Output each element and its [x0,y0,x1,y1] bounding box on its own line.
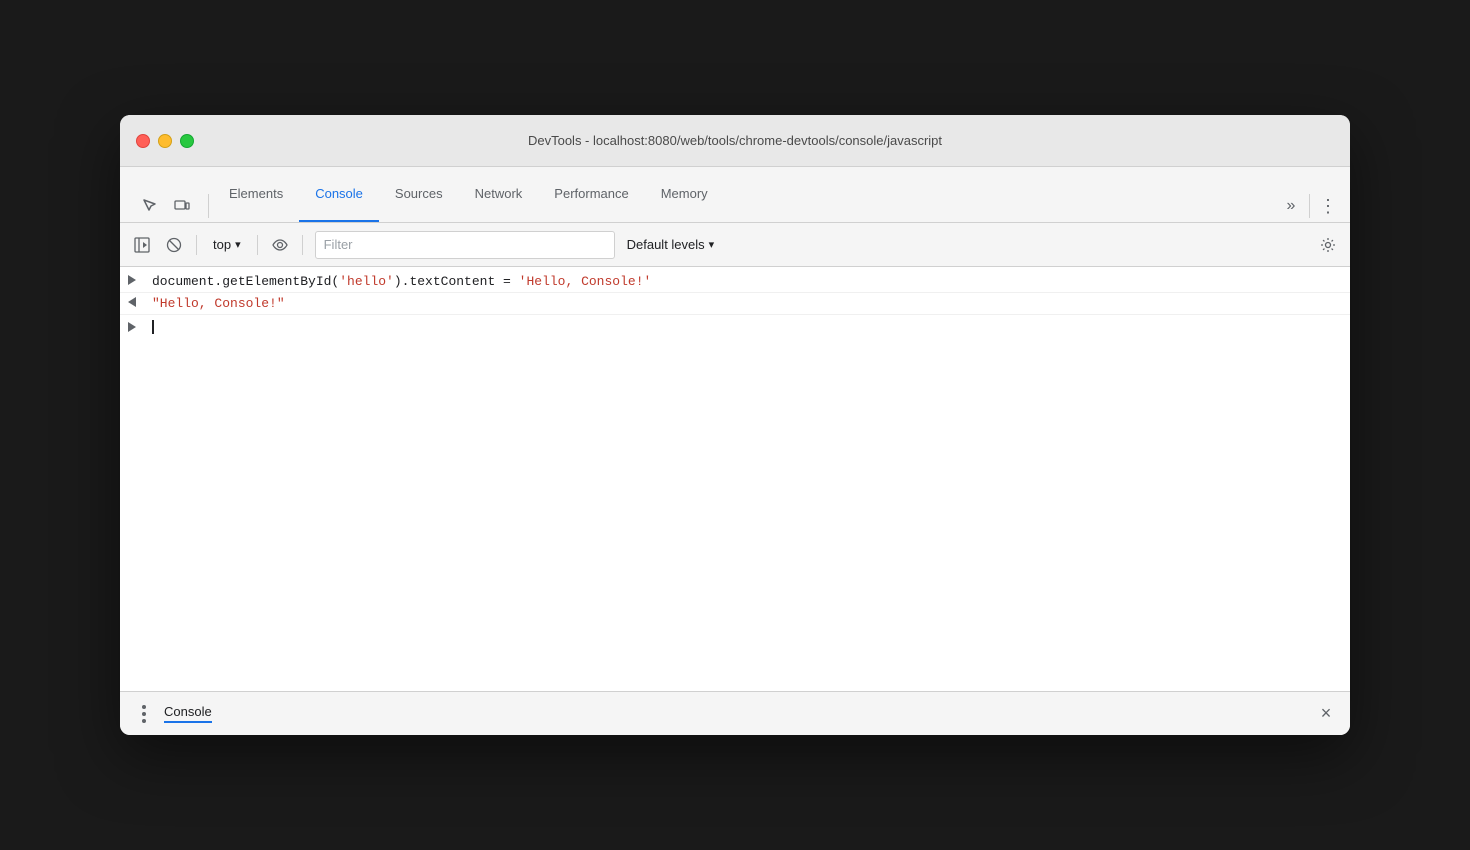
console-output[interactable]: document.getElementById('hello').textCon… [120,267,1350,691]
tabs-icons [128,192,204,220]
console-command: document.getElementById('hello').textCon… [148,274,1342,289]
device-toolbar-icon[interactable] [168,192,196,220]
tab-elements[interactable]: Elements [213,167,299,222]
drawer-menu-button[interactable] [132,702,156,726]
console-settings-button[interactable] [1314,231,1342,259]
tab-memory[interactable]: Memory [645,167,724,222]
tab-console[interactable]: Console [299,167,379,222]
tab-network[interactable]: Network [459,167,539,222]
filter-input[interactable] [324,237,606,252]
window-title: DevTools - localhost:8080/web/tools/chro… [528,133,942,148]
traffic-lights [136,134,194,148]
bottom-bar: Console × [120,691,1350,735]
devtools-window: DevTools - localhost:8080/web/tools/chro… [120,115,1350,735]
tab-performance[interactable]: Performance [538,167,644,222]
minimize-button[interactable] [158,134,172,148]
eye-icon-button[interactable] [266,231,294,259]
dot-3 [142,719,146,723]
console-line-output: "Hello, Console!" [120,293,1350,315]
console-result: "Hello, Console!" [148,296,1342,311]
dot-1 [142,705,146,709]
context-selector[interactable]: top ▾ [205,233,249,256]
cursor [152,320,154,334]
devtools-menu-button[interactable]: ⋮ [1314,192,1342,220]
dot-2 [142,712,146,716]
active-input[interactable] [148,319,1342,334]
prompt-arrow [128,321,148,332]
tab-sources[interactable]: Sources [379,167,459,222]
filter-input-container [315,231,615,259]
maximize-button[interactable] [180,134,194,148]
console-line-input: document.getElementById('hello').textCon… [120,271,1350,293]
close-drawer-button[interactable]: × [1314,702,1338,726]
close-button[interactable] [136,134,150,148]
more-tabs-button[interactable]: » [1277,192,1305,220]
sidebar-panel-button[interactable] [128,231,156,259]
input-arrow [128,274,148,285]
toolbar-divider-1 [196,235,197,255]
log-levels-button[interactable]: Default levels ▾ [619,233,723,256]
toolbar-divider-2 [257,235,258,255]
toolbar-divider-3 [302,235,303,255]
console-toolbar: top ▾ Default levels ▾ [120,223,1350,267]
title-bar: DevTools - localhost:8080/web/tools/chro… [120,115,1350,167]
output-arrow [128,296,148,307]
tabs-bar: Elements Console Sources Network Perform… [120,167,1350,223]
inspect-icon[interactable] [136,192,164,220]
clear-console-button[interactable] [160,231,188,259]
bottom-console-tab[interactable]: Console [164,704,212,723]
console-input-line[interactable] [120,315,1350,337]
